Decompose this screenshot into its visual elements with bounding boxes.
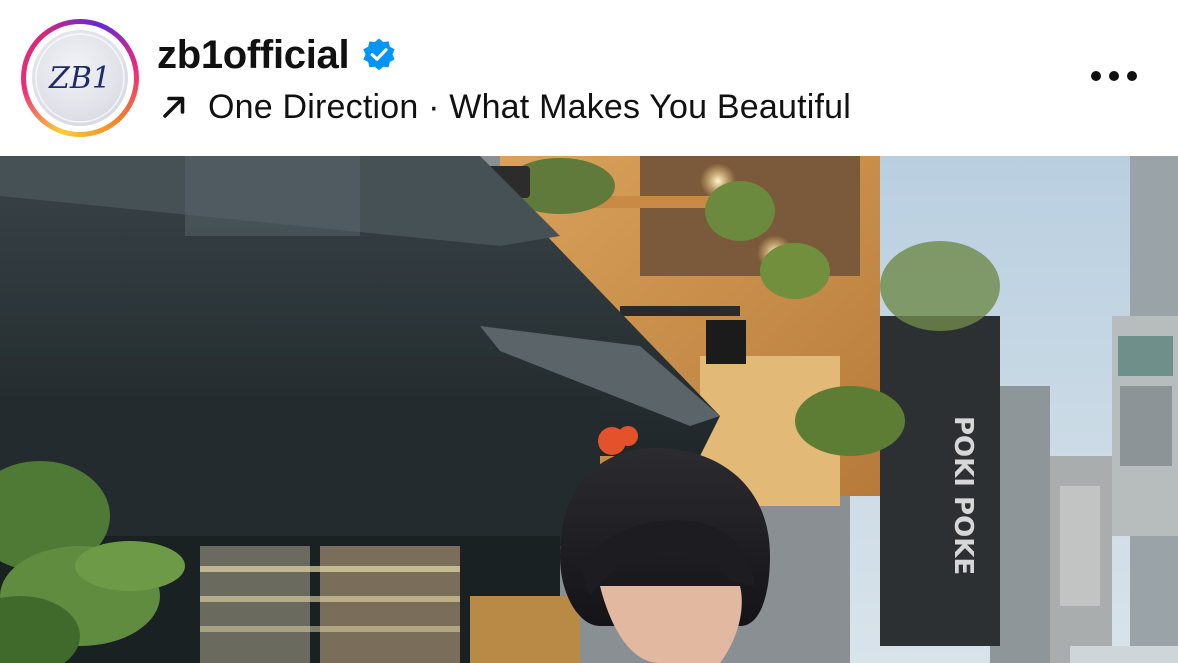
avatar[interactable]: ZB1 [32, 30, 128, 126]
post-header: ZB1 zb1official One Direction · What Mak… [0, 0, 1178, 156]
post-photo[interactable]: POKI POKE [0, 156, 1178, 663]
story-ring[interactable]: ZB1 [21, 19, 139, 137]
shop-sign-text: POKI POKE [948, 416, 978, 575]
person-in-photo [560, 447, 770, 663]
arrow-up-right-icon [160, 93, 188, 121]
username-row: zb1official [157, 30, 397, 80]
avatar-gap: ZB1 [26, 24, 134, 132]
more-horizontal-icon [1091, 71, 1137, 81]
street-rail [1070, 646, 1178, 663]
audio-attribution[interactable]: One Direction · What Makes You Beautiful [160, 84, 851, 130]
audio-track-label[interactable]: One Direction · What Makes You Beautiful [208, 88, 851, 127]
shop-sign: POKI POKE [880, 316, 1000, 646]
username[interactable]: zb1official [157, 33, 350, 78]
more-options-button[interactable] [1084, 58, 1144, 94]
instagram-post: ZB1 zb1official One Direction · What Mak… [0, 0, 1178, 663]
avatar-monogram: ZB1 [48, 61, 111, 96]
verified-badge-icon [361, 37, 397, 73]
avatar-monogram-logo: ZB1 [35, 33, 125, 123]
